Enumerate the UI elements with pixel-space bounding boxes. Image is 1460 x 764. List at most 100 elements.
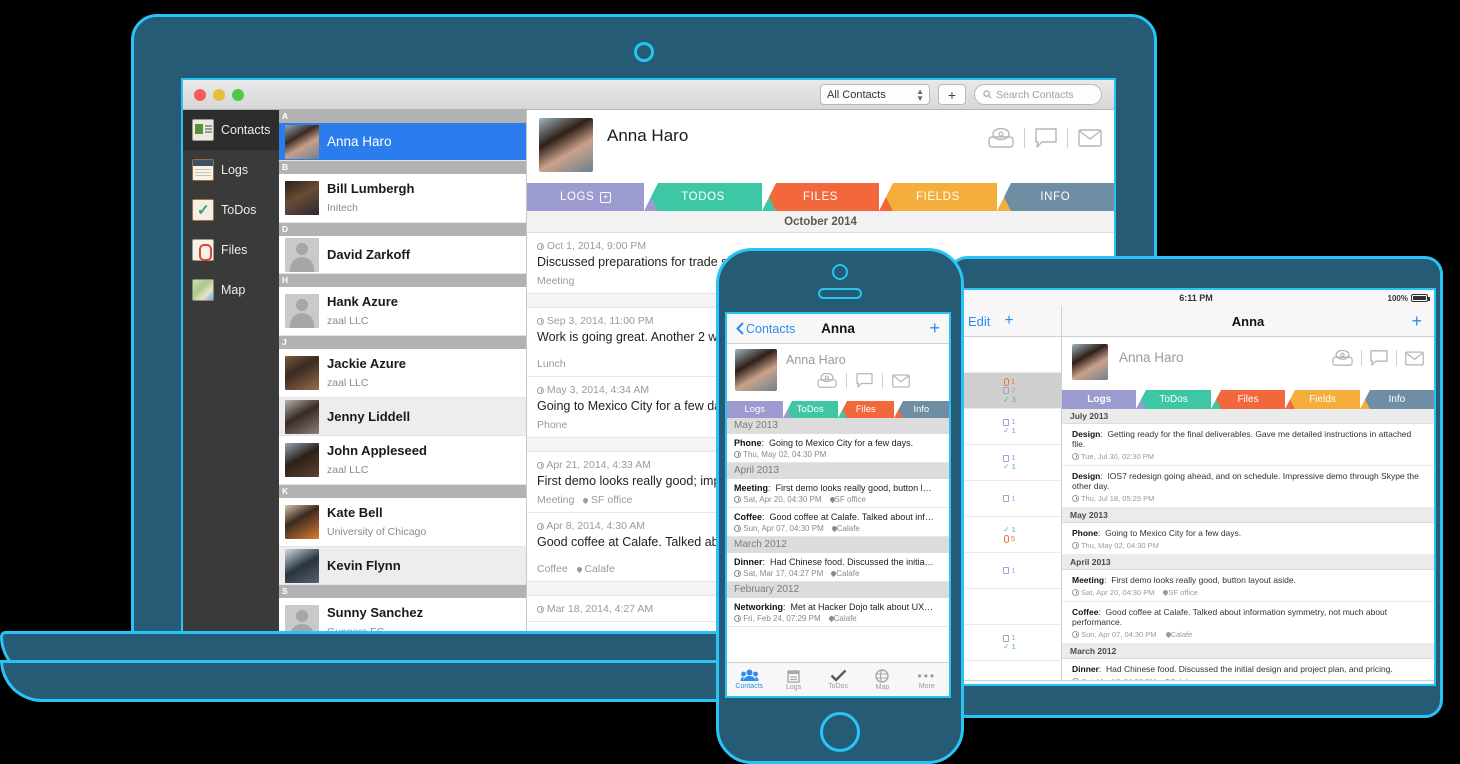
window-traffic-lights[interactable] bbox=[194, 89, 244, 101]
clock-icon bbox=[734, 496, 741, 503]
sidebar-item-files[interactable]: Files bbox=[183, 230, 279, 270]
sidebar-item-todos[interactable]: ToDos bbox=[183, 190, 279, 230]
ipad-contact-list[interactable]: 1 7 ✓ 3 1 ✓ 1 1 ✓ 1 1 ✓ 1 5 1 1 ✓ 1 bbox=[958, 337, 1062, 680]
phone-icon[interactable] bbox=[817, 373, 837, 388]
close-button[interactable] bbox=[194, 89, 206, 101]
sidebar-item-contacts[interactable]: Contacts bbox=[183, 110, 279, 150]
detail-actions bbox=[1332, 350, 1424, 366]
add-log-icon[interactable]: + bbox=[600, 191, 612, 203]
list-item[interactable]: 1 ✓ 1 bbox=[958, 409, 1061, 445]
message-icon[interactable] bbox=[1035, 128, 1057, 148]
list-item[interactable]: Jackie Azure zaal LLC bbox=[279, 349, 526, 398]
log-entry[interactable]: Networking: Met at Hacker Dojo talk abou… bbox=[727, 598, 949, 627]
search-input[interactable]: Search Contacts bbox=[974, 84, 1102, 105]
mail-icon[interactable] bbox=[892, 373, 910, 388]
detail-tabs[interactable]: LOGS + TODOS FILES FIELDS INFO bbox=[527, 183, 1114, 211]
back-button[interactable]: Contacts bbox=[736, 322, 795, 336]
add-contact-button[interactable]: + bbox=[938, 84, 966, 105]
list-item[interactable]: Kevin Flynn bbox=[279, 547, 526, 585]
detail-tabs[interactable]: Logs ToDos Files Info bbox=[727, 401, 949, 418]
list-item[interactable] bbox=[958, 337, 1061, 373]
tabbar-item-todos[interactable]: ToDos bbox=[1114, 681, 1192, 684]
log-entry[interactable]: Dinner: Had Chinese food. Discussed the … bbox=[1062, 659, 1434, 680]
list-item[interactable]: Hank Azure zaal LLC bbox=[279, 287, 526, 336]
list-section-header: K bbox=[279, 485, 526, 498]
list-item[interactable]: Anna Haro bbox=[279, 123, 526, 161]
add-log-button[interactable]: + bbox=[1411, 311, 1422, 332]
tab-logs[interactable]: Logs bbox=[1062, 390, 1147, 409]
phone-icon[interactable] bbox=[1332, 350, 1353, 366]
tab-label: LOGS bbox=[560, 191, 595, 203]
tab-info[interactable]: INFO bbox=[996, 183, 1114, 211]
sidebar-item-label: Files bbox=[221, 243, 248, 257]
ipad-tab-bar[interactable]: Contacts Logs ToDos Map ••• More bbox=[958, 680, 1434, 684]
zoom-button[interactable] bbox=[232, 89, 244, 101]
add-log-button[interactable]: + bbox=[929, 318, 940, 339]
log-entry[interactable]: Dinner: Had Chinese food. Discussed the … bbox=[727, 553, 949, 582]
list-item[interactable]: John Appleseed zaal LLC bbox=[279, 436, 526, 485]
phone-icon[interactable] bbox=[988, 128, 1014, 148]
iphone-home-button[interactable] bbox=[820, 712, 860, 752]
ipad-log-list[interactable]: July 2013 Design: Getting ready for the … bbox=[1062, 409, 1434, 680]
log-entry[interactable]: Meeting: First demo looks really good, b… bbox=[727, 479, 949, 508]
tab-fields[interactable]: Fields bbox=[1285, 390, 1370, 409]
log-entry[interactable]: Phone: Going to Mexico City for a few da… bbox=[727, 434, 949, 463]
list-item[interactable]: Jenny Liddell bbox=[279, 398, 526, 436]
clock-icon bbox=[1072, 631, 1079, 638]
iphone-log-list[interactable]: May 2013 Phone: Going to Mexico City for… bbox=[727, 418, 949, 627]
tab-logs[interactable]: Logs bbox=[727, 401, 792, 418]
tab-files[interactable]: FILES bbox=[761, 183, 894, 211]
edit-button[interactable]: Edit bbox=[968, 314, 990, 329]
list-item[interactable] bbox=[958, 589, 1061, 625]
log-entry[interactable]: Coffee: Good coffee at Calafe. Talked ab… bbox=[727, 508, 949, 537]
list-item[interactable]: 1 bbox=[958, 481, 1061, 517]
tabbar-item-more[interactable]: ••• More bbox=[1270, 681, 1348, 684]
tab-todos[interactable]: ToDos bbox=[1136, 390, 1221, 409]
tab-info[interactable]: Info bbox=[1359, 390, 1434, 409]
mail-icon[interactable] bbox=[1405, 351, 1424, 366]
log-meta: Sun, Apr 07, 04:30 PM Calafe bbox=[734, 524, 942, 533]
group-select[interactable]: All Contacts ▲ ▼ bbox=[820, 84, 930, 105]
list-item[interactable]: ✓ 1 5 bbox=[958, 517, 1061, 553]
tabbar-item-contacts[interactable]: Contacts bbox=[958, 681, 1036, 684]
sidebar-item-logs[interactable]: Logs bbox=[183, 150, 279, 190]
tab-fields[interactable]: FIELDS bbox=[879, 183, 1011, 211]
tabbar-item-more[interactable]: ••• More bbox=[905, 663, 949, 696]
detail-tabs[interactable]: Logs ToDos Files Fields Info bbox=[1062, 390, 1434, 409]
contact-list[interactable]: A Anna Haro B Bill Lumbergh Initech D Dav… bbox=[279, 110, 527, 636]
tab-logs[interactable]: LOGS + bbox=[527, 183, 659, 211]
tabbar-item-logs[interactable]: Logs bbox=[1036, 681, 1114, 684]
tabbar-item-map[interactable]: Map bbox=[1192, 681, 1270, 684]
sidebar-item-map[interactable]: Map bbox=[183, 270, 279, 310]
list-item[interactable]: 1 7 ✓ 3 bbox=[958, 373, 1061, 409]
tab-info[interactable]: Info bbox=[893, 401, 949, 418]
tab-files[interactable]: Files bbox=[1210, 390, 1296, 409]
iphone-tab-bar[interactable]: Contacts Logs ToDos Map ••• More bbox=[727, 662, 949, 696]
list-item[interactable]: 1 ✓ 1 bbox=[958, 625, 1061, 661]
log-entry[interactable]: Meeting: First demo looks really good, b… bbox=[1062, 570, 1434, 602]
tab-todos[interactable]: TODOS bbox=[644, 183, 776, 211]
list-item[interactable]: 1 ✓ 1 bbox=[958, 445, 1061, 481]
tabbar-item-logs[interactable]: Logs bbox=[771, 663, 815, 696]
log-entry[interactable]: Coffee: Good coffee at Calafe. Talked ab… bbox=[1062, 602, 1434, 644]
page-title: Anna Haro bbox=[607, 126, 689, 145]
list-item[interactable]: Kate Bell University of Chicago bbox=[279, 498, 526, 547]
tabbar-item-todos[interactable]: ToDos bbox=[816, 663, 860, 696]
tabbar-item-contacts[interactable]: Contacts bbox=[727, 663, 771, 696]
message-icon[interactable] bbox=[1370, 350, 1388, 366]
log-entry[interactable]: Design: IOS7 redesign going ahead, and o… bbox=[1062, 466, 1434, 508]
tab-files[interactable]: Files bbox=[838, 401, 903, 418]
message-icon[interactable] bbox=[856, 373, 873, 388]
add-contact-button[interactable]: + bbox=[1004, 312, 1013, 330]
list-item[interactable]: Bill Lumbergh Initech bbox=[279, 174, 526, 223]
tab-todos[interactable]: ToDos bbox=[782, 401, 847, 418]
detail-header: Anna Haro bbox=[727, 344, 949, 401]
todos-icon bbox=[830, 669, 846, 682]
list-item[interactable]: David Zarkoff bbox=[279, 236, 526, 274]
mail-icon[interactable] bbox=[1078, 129, 1102, 147]
log-entry[interactable]: Design: Getting ready for the final deli… bbox=[1062, 424, 1434, 466]
minimize-button[interactable] bbox=[213, 89, 225, 101]
list-item[interactable]: 1 bbox=[958, 553, 1061, 589]
log-entry[interactable]: Phone: Going to Mexico City for a few da… bbox=[1062, 523, 1434, 555]
tabbar-item-map[interactable]: Map bbox=[860, 663, 904, 696]
